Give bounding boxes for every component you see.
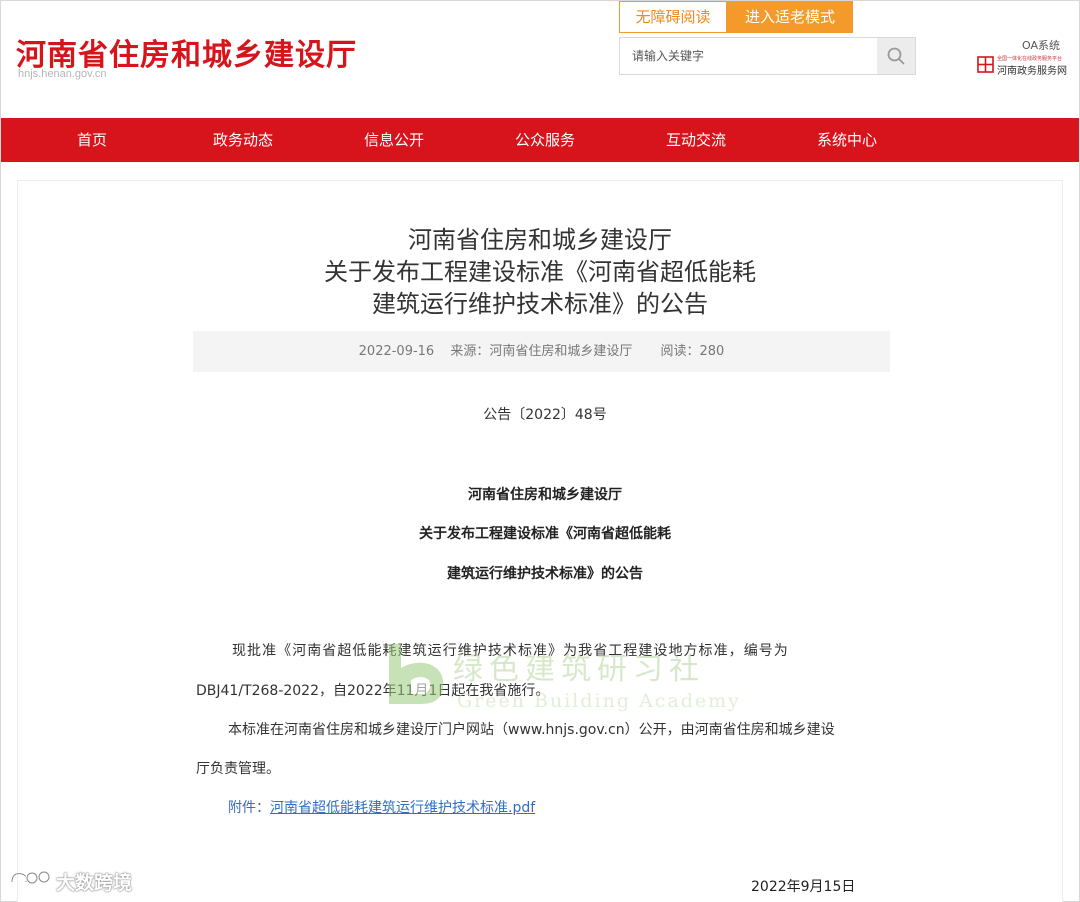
nav-item-system-center[interactable]: 系统中心 <box>797 118 897 162</box>
elder-mode-button[interactable]: 进入适老模式 <box>727 1 853 33</box>
document-number: 公告〔2022〕48号 <box>483 407 607 423</box>
notice-heading-line-3: 建筑运行维护技术标准》的公告 <box>447 566 643 582</box>
gov-service-logo[interactable]: 全国一体化在线政务服务平台 河南政务服务网 <box>977 53 1069 77</box>
site-domain: hnjs.henan.gov.cn <box>18 68 107 80</box>
watermark-cn-text: 绿色建筑研习社 <box>453 652 705 687</box>
body-paragraph-2: 本标准在河南省住房和城乡建设厅门户网站（www.hnjs.gov.cn）公开，由… <box>228 722 835 738</box>
main-nav: 首页 政务动态 信息公开 公众服务 互动交流 系统中心 <box>1 118 1079 162</box>
green-building-logo-icon <box>389 644 444 704</box>
article-title-line-2: 关于发布工程建设标准《河南省超低能耗 <box>324 258 756 286</box>
watermark-brand-text: 大数跨境 <box>56 871 133 894</box>
article-source: 来源：河南省住房和城乡建设厅 <box>450 344 633 359</box>
notice-heading-line-1: 河南省住房和城乡建设厅 <box>468 487 622 503</box>
notice-heading-line-2: 关于发布工程建设标准《河南省超低能耗 <box>419 526 671 542</box>
watermark-en-text: Green Building Academy <box>457 690 741 712</box>
search-box <box>619 37 916 75</box>
nav-item-news[interactable]: 政务动态 <box>193 118 293 162</box>
search-icon <box>887 47 905 65</box>
signature-date: 2022年9月15日 <box>751 879 856 895</box>
gov-service-icon <box>977 56 994 73</box>
nav-item-home[interactable]: 首页 <box>42 118 142 162</box>
gov-service-subtitle: 全国一体化在线政务服务平台 <box>997 56 1063 62</box>
search-input[interactable] <box>620 38 878 74</box>
nav-item-public-service[interactable]: 公众服务 <box>495 118 595 162</box>
article-date: 2022-09-16 <box>358 344 435 359</box>
article-meta: 2022-09-16 来源：河南省住房和城乡建设厅 阅读：280 <box>193 331 890 372</box>
attachment-prefix: 附件： <box>228 800 270 816</box>
accessibility-reading-button[interactable]: 无障碍阅读 <box>619 1 727 33</box>
article-views: 阅读：280 <box>660 344 725 359</box>
search-button[interactable] <box>877 38 915 74</box>
weibo-like-icon <box>10 870 51 885</box>
gov-service-label: 河南政务服务网 <box>997 66 1067 77</box>
nav-item-info-disclosure[interactable]: 信息公开 <box>344 118 444 162</box>
article-title-line-1: 河南省住房和城乡建设厅 <box>408 226 672 254</box>
green-building-watermark: 绿色建筑研习社 Green Building Academy <box>385 642 765 712</box>
bottom-left-watermark: 大数跨境 <box>8 867 132 895</box>
attachment: 附件：河南省超低能耗建筑运行维护技术标准.pdf <box>228 797 535 817</box>
nav-item-interaction[interactable]: 互动交流 <box>646 118 746 162</box>
attachment-link[interactable]: 河南省超低能耗建筑运行维护技术标准.pdf <box>270 800 535 816</box>
body-paragraph-2-cont: 厅负责管理。 <box>196 761 280 777</box>
oa-system-link[interactable]: OA系统 <box>1022 37 1060 53</box>
article-title-line-3: 建筑运行维护技术标准》的公告 <box>372 290 708 318</box>
